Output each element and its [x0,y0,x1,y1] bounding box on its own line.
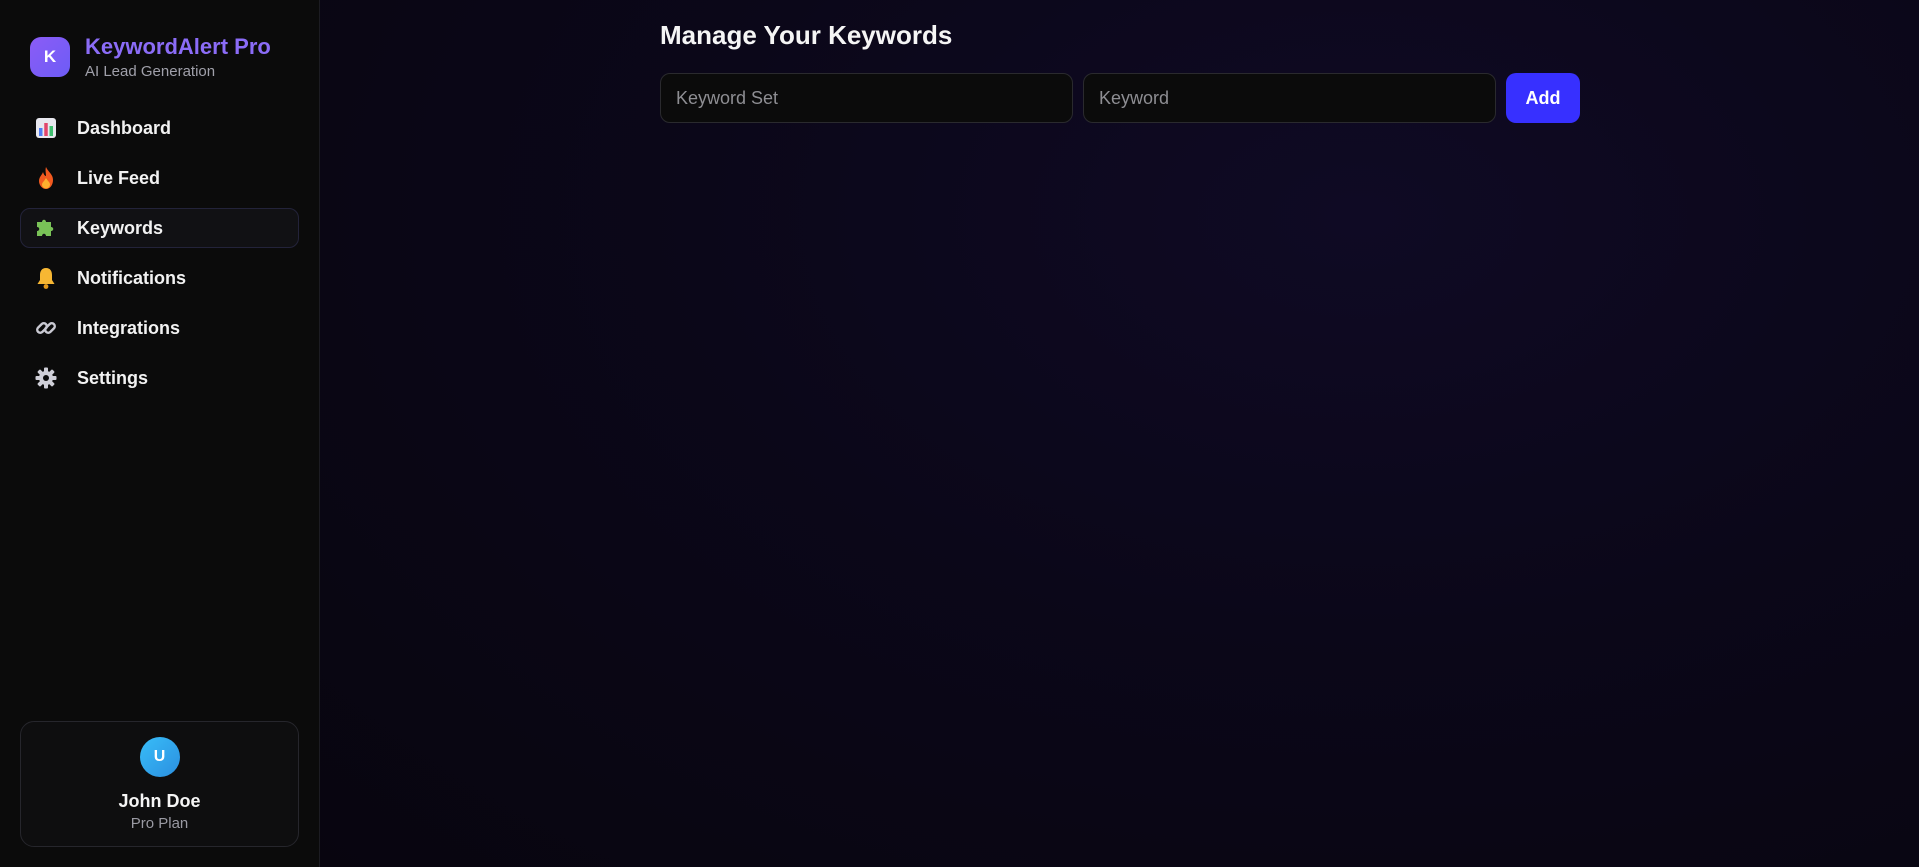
sidebar-item-label: Keywords [77,217,164,238]
sidebar-item-notifications[interactable]: Notifications [20,258,299,298]
user-name: John Doe [118,791,201,811]
sidebar-item-dashboard[interactable]: Dashboard [20,108,299,148]
brand-text: KeywordAlert Pro AI Lead Generation [85,34,271,80]
sidebar-item-label: Integrations [77,317,181,338]
user-plan: Pro Plan [130,815,189,832]
sidebar-item-settings[interactable]: Settings [20,358,299,398]
sidebar-item-label: Notifications [77,267,187,288]
app-root: K KeywordAlert Pro AI Lead Generation Da… [0,0,1919,867]
add-keyword-form: Add [660,73,1580,123]
sidebar-item-label: Settings [77,367,149,388]
sidebar-item-label: Dashboard [77,117,172,138]
brand-title: KeywordAlert Pro [85,34,271,59]
gear-icon [33,365,59,391]
user-card[interactable]: U John Doe Pro Plan [20,721,299,847]
brand-subtitle: AI Lead Generation [85,63,216,80]
avatar: U [139,737,180,777]
sidebar-item-label: Live Feed [77,167,161,188]
sidebar-nav: Dashboard Live Feed Keywords Notificatio… [20,108,299,398]
keyword-input[interactable] [1083,73,1496,123]
page-title: Manage Your Keywords [660,20,953,50]
bar-chart-icon [33,115,59,141]
puzzle-icon [33,215,59,241]
fire-icon [33,165,59,191]
add-button[interactable]: Add [1506,73,1580,123]
sidebar: K KeywordAlert Pro AI Lead Generation Da… [0,0,320,867]
bell-icon [33,265,59,291]
brand: K KeywordAlert Pro AI Lead Generation [20,0,299,80]
link-icon [33,315,59,341]
main-content: Manage Your Keywords Add [320,0,1919,867]
sidebar-item-live-feed[interactable]: Live Feed [20,158,299,198]
sidebar-item-integrations[interactable]: Integrations [20,308,299,348]
brand-logo: K [30,37,70,77]
keyword-set-input[interactable] [660,73,1073,123]
sidebar-item-keywords[interactable]: Keywords [20,208,299,248]
